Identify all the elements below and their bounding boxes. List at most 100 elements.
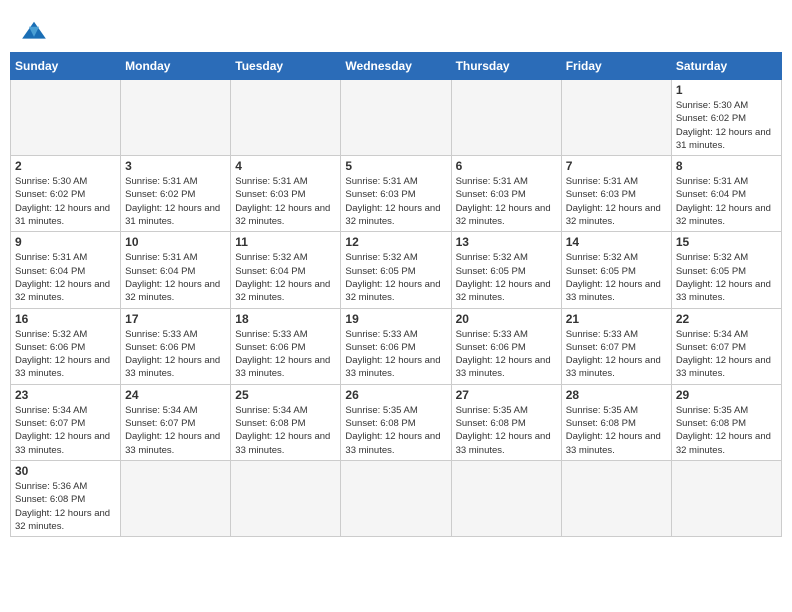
day-number: 5 — [345, 159, 446, 173]
day-cell: 10Sunrise: 5:31 AMSunset: 6:04 PMDayligh… — [121, 232, 231, 308]
day-number: 24 — [125, 388, 226, 402]
header-wednesday: Wednesday — [341, 53, 451, 80]
day-number: 27 — [456, 388, 557, 402]
day-cell: 6Sunrise: 5:31 AMSunset: 6:03 PMDaylight… — [451, 156, 561, 232]
day-cell — [341, 460, 451, 536]
day-number: 28 — [566, 388, 667, 402]
day-cell — [451, 460, 561, 536]
day-info: Sunrise: 5:32 AMSunset: 6:05 PMDaylight:… — [345, 251, 446, 304]
day-info: Sunrise: 5:30 AMSunset: 6:02 PMDaylight:… — [676, 99, 777, 152]
day-number: 19 — [345, 312, 446, 326]
week-row-4: 16Sunrise: 5:32 AMSunset: 6:06 PMDayligh… — [11, 308, 782, 384]
day-number: 6 — [456, 159, 557, 173]
day-cell — [231, 80, 341, 156]
day-info: Sunrise: 5:33 AMSunset: 6:06 PMDaylight:… — [345, 328, 446, 381]
day-cell: 25 Sunrise: 5:34 AMSunset: 6:08 PMDayligh… — [231, 384, 341, 460]
day-cell: 12Sunrise: 5:32 AMSunset: 6:05 PMDayligh… — [341, 232, 451, 308]
day-info: Sunrise: 5:30 AMSunset: 6:02 PMDaylight:… — [15, 175, 116, 228]
day-cell: 23 Sunrise: 5:34 AMSunset: 6:07 PMDayligh… — [11, 384, 121, 460]
week-row-1: 1 Sunrise: 5:30 AMSunset: 6:02 PMDaylight… — [11, 80, 782, 156]
day-info: Sunrise: 5:31 AMSunset: 6:03 PMDaylight:… — [566, 175, 667, 228]
week-row-5: 23 Sunrise: 5:34 AMSunset: 6:07 PMDayligh… — [11, 384, 782, 460]
day-number: 9 — [15, 235, 116, 249]
day-cell: 19 Sunrise: 5:33 AMSunset: 6:06 PMDayligh… — [341, 308, 451, 384]
day-number: 15 — [676, 235, 777, 249]
header-tuesday: Tuesday — [231, 53, 341, 80]
day-info: Sunrise: 5:35 AMSunset: 6:08 PMDaylight:… — [456, 404, 557, 457]
week-row-3: 9 Sunrise: 5:31 AMSunset: 6:04 PMDaylight… — [11, 232, 782, 308]
day-info: Sunrise: 5:33 AMSunset: 6:06 PMDaylight:… — [456, 328, 557, 381]
day-info: Sunrise: 5:32 AMSunset: 6:05 PMDaylight:… — [676, 251, 777, 304]
day-number: 20 — [456, 312, 557, 326]
day-number: 1 — [676, 83, 777, 97]
day-info: Sunrise: 5:35 AMSunset: 6:08 PMDaylight:… — [566, 404, 667, 457]
day-cell: 16Sunrise: 5:32 AMSunset: 6:06 PMDayligh… — [11, 308, 121, 384]
day-info: Sunrise: 5:31 AMSunset: 6:03 PMDaylight:… — [235, 175, 336, 228]
header-friday: Friday — [561, 53, 671, 80]
day-cell: 3 Sunrise: 5:31 AMSunset: 6:02 PMDaylight… — [121, 156, 231, 232]
day-cell: 4 Sunrise: 5:31 AMSunset: 6:03 PMDaylight… — [231, 156, 341, 232]
day-cell: 1 Sunrise: 5:30 AMSunset: 6:02 PMDaylight… — [671, 80, 781, 156]
day-number: 18 — [235, 312, 336, 326]
day-number: 11 — [235, 235, 336, 249]
day-info: Sunrise: 5:33 AMSunset: 6:07 PMDaylight:… — [566, 328, 667, 381]
day-cell: 28 Sunrise: 5:35 AMSunset: 6:08 PMDayligh… — [561, 384, 671, 460]
day-info: Sunrise: 5:32 AMSunset: 6:04 PMDaylight:… — [235, 251, 336, 304]
day-cell: 21 Sunrise: 5:33 AMSunset: 6:07 PMDayligh… — [561, 308, 671, 384]
calendar-table: SundayMondayTuesdayWednesdayThursdayFrid… — [10, 52, 782, 537]
day-info: Sunrise: 5:35 AMSunset: 6:08 PMDaylight:… — [676, 404, 777, 457]
day-cell — [451, 80, 561, 156]
day-cell: 14 Sunrise: 5:32 AMSunset: 6:05 PMDayligh… — [561, 232, 671, 308]
day-info: Sunrise: 5:34 AMSunset: 6:08 PMDaylight:… — [235, 404, 336, 457]
day-cell — [121, 80, 231, 156]
day-cell: 27 Sunrise: 5:35 AMSunset: 6:08 PMDayligh… — [451, 384, 561, 460]
header-saturday: Saturday — [671, 53, 781, 80]
day-info: Sunrise: 5:32 AMSunset: 6:06 PMDaylight:… — [15, 328, 116, 381]
day-cell: 13Sunrise: 5:32 AMSunset: 6:05 PMDayligh… — [451, 232, 561, 308]
day-info: Sunrise: 5:33 AMSunset: 6:06 PMDaylight:… — [125, 328, 226, 381]
day-number: 10 — [125, 235, 226, 249]
day-number: 17 — [125, 312, 226, 326]
week-row-2: 2Sunrise: 5:30 AMSunset: 6:02 PMDaylight… — [11, 156, 782, 232]
logo — [20, 20, 52, 42]
day-info: Sunrise: 5:31 AMSunset: 6:04 PMDaylight:… — [15, 251, 116, 304]
day-cell — [121, 460, 231, 536]
day-cell: 9 Sunrise: 5:31 AMSunset: 6:04 PMDaylight… — [11, 232, 121, 308]
day-cell: 20 Sunrise: 5:33 AMSunset: 6:06 PMDayligh… — [451, 308, 561, 384]
day-cell: 8Sunrise: 5:31 AMSunset: 6:04 PMDaylight… — [671, 156, 781, 232]
day-info: Sunrise: 5:31 AMSunset: 6:04 PMDaylight:… — [676, 175, 777, 228]
day-cell: 24 Sunrise: 5:34 AMSunset: 6:07 PMDayligh… — [121, 384, 231, 460]
day-cell: 2Sunrise: 5:30 AMSunset: 6:02 PMDaylight… — [11, 156, 121, 232]
day-number: 21 — [566, 312, 667, 326]
day-number: 7 — [566, 159, 667, 173]
day-info: Sunrise: 5:31 AMSunset: 6:02 PMDaylight:… — [125, 175, 226, 228]
day-info: Sunrise: 5:32 AMSunset: 6:05 PMDaylight:… — [566, 251, 667, 304]
day-info: Sunrise: 5:36 AMSunset: 6:08 PMDaylight:… — [15, 480, 116, 533]
day-cell: 11 Sunrise: 5:32 AMSunset: 6:04 PMDayligh… — [231, 232, 341, 308]
day-number: 23 — [15, 388, 116, 402]
days-header-row: SundayMondayTuesdayWednesdayThursdayFrid… — [11, 53, 782, 80]
day-cell — [341, 80, 451, 156]
day-cell: 17 Sunrise: 5:33 AMSunset: 6:06 PMDayligh… — [121, 308, 231, 384]
day-info: Sunrise: 5:33 AMSunset: 6:06 PMDaylight:… — [235, 328, 336, 381]
day-info: Sunrise: 5:34 AMSunset: 6:07 PMDaylight:… — [15, 404, 116, 457]
day-number: 25 — [235, 388, 336, 402]
day-cell: 22Sunrise: 5:34 AMSunset: 6:07 PMDayligh… — [671, 308, 781, 384]
day-number: 22 — [676, 312, 777, 326]
day-cell: 26Sunrise: 5:35 AMSunset: 6:08 PMDayligh… — [341, 384, 451, 460]
day-cell — [231, 460, 341, 536]
day-number: 3 — [125, 159, 226, 173]
day-number: 30 — [15, 464, 116, 478]
day-number: 29 — [676, 388, 777, 402]
week-row-6: 30 Sunrise: 5:36 AMSunset: 6:08 PMDayligh… — [11, 460, 782, 536]
header-monday: Monday — [121, 53, 231, 80]
day-info: Sunrise: 5:34 AMSunset: 6:07 PMDaylight:… — [125, 404, 226, 457]
day-number: 14 — [566, 235, 667, 249]
day-number: 4 — [235, 159, 336, 173]
day-cell: 5Sunrise: 5:31 AMSunset: 6:03 PMDaylight… — [341, 156, 451, 232]
day-number: 26 — [345, 388, 446, 402]
day-cell — [671, 460, 781, 536]
header-thursday: Thursday — [451, 53, 561, 80]
day-info: Sunrise: 5:32 AMSunset: 6:05 PMDaylight:… — [456, 251, 557, 304]
day-cell: 30 Sunrise: 5:36 AMSunset: 6:08 PMDayligh… — [11, 460, 121, 536]
